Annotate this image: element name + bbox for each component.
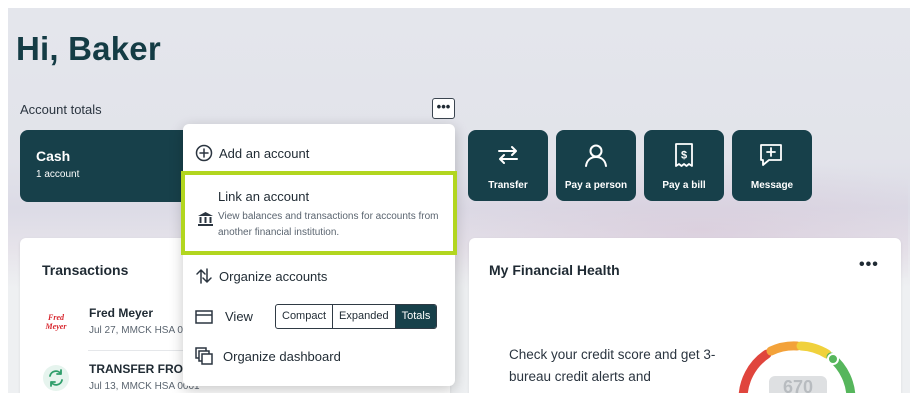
transactions-title[interactable]: Transactions [42,262,128,278]
cash-card-title: Cash [36,148,71,164]
layers-icon [195,347,213,365]
message-button[interactable]: Message [732,130,812,201]
view-option-compact[interactable]: Compact [276,305,334,328]
fred-meyer-logo-icon: Fred Meyer [45,313,68,331]
account-totals-menu: Add an account Link an account View bala… [181,124,457,386]
financial-health-title: My Financial Health [489,262,620,278]
bill-icon: $ [675,143,693,167]
view-segmented-control: Compact Expanded Totals [275,304,438,329]
menu-item-organize-accounts[interactable]: Organize accounts [183,264,455,288]
plus-circle-icon [195,144,213,162]
pay-a-bill-label: Pay a bill [662,180,706,191]
financial-health-card: My Financial Health ••• Check your credi… [469,238,901,393]
menu-item-add-account[interactable]: Add an account [183,142,455,166]
pay-a-person-label: Pay a person [564,180,628,191]
menu-item-link-account[interactable]: Link an account View balances and transa… [181,171,457,255]
pay-a-person-button[interactable]: Pay a person [556,130,636,201]
message-icon [760,144,782,166]
credit-score-value: 670 [783,377,813,393]
link-account-description: View balances and transactions for accou… [218,211,439,238]
financial-health-more-button[interactable]: ••• [859,256,879,274]
transaction-name: Fred Meyer [89,306,154,320]
view-option-expanded[interactable]: Expanded [333,305,396,328]
person-icon [585,144,607,167]
view-option-totals[interactable]: Totals [395,305,437,328]
window-icon [195,310,213,324]
cash-card-subtitle: 1 account [36,169,80,180]
transfer-button[interactable]: Transfer [468,130,548,201]
message-label: Message [750,180,794,191]
fred-meyer-logo-text-1: Fred [47,313,65,322]
greeting-heading: Hi, Baker [16,30,161,67]
account-totals-more-button[interactable]: ••• [432,98,455,119]
credit-score-promo-text: Check your credit score and get 3-bureau… [509,347,716,384]
transaction-name: TRANSFER FROM [89,362,193,376]
transfer-label: Transfer [488,180,528,191]
organize-dashboard-label: Organize dashboard [223,349,341,364]
sort-arrows-icon [196,268,212,284]
organize-accounts-label: Organize accounts [219,269,328,284]
add-account-label: Add an account [219,146,310,161]
fred-meyer-logo-text-2: Meyer [45,322,68,331]
transfer-icon [498,146,518,164]
transfer-circle-icon [43,365,69,391]
link-account-label: Link an account [218,189,310,204]
pay-a-bill-button[interactable]: $ Pay a bill [644,130,724,201]
transaction-detail: Jul 27, MMCK HSA 0 [89,325,183,336]
svg-text:$: $ [681,150,687,162]
account-totals-label: Account totals [20,102,102,117]
view-label: View [225,309,253,324]
credit-score-gauge: 670 [738,341,856,393]
bank-icon [198,212,213,226]
dashboard-frame: Hi, Baker Account totals ••• Cash 1 acco… [8,8,910,393]
menu-item-organize-dashboard[interactable]: Organize dashboard [183,344,455,368]
